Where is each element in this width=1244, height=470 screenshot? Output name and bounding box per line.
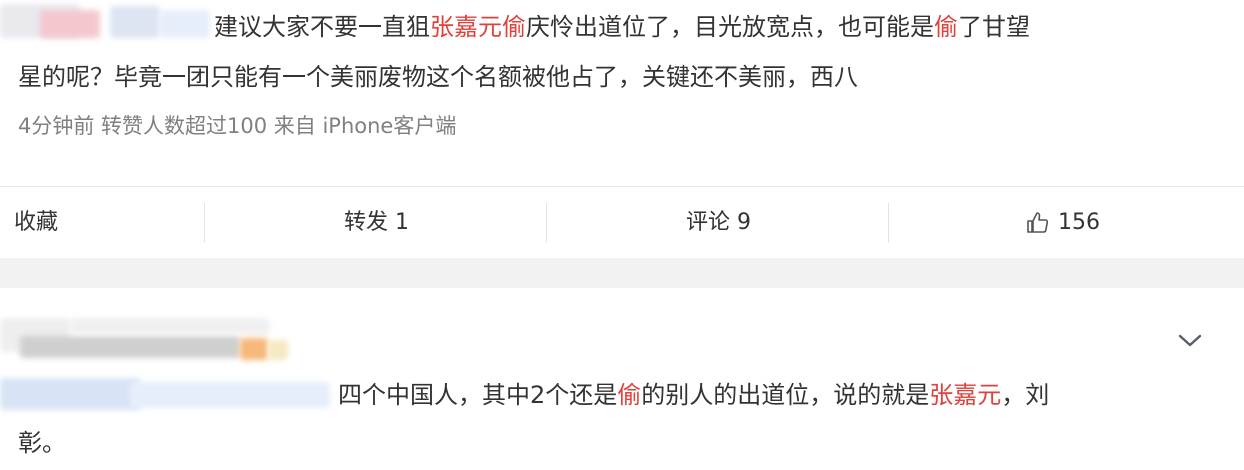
post-text-line-2: 星的呢？毕竟一团只能有一个美丽废物这个名额被他占了，关键还不美丽，西八 — [18, 63, 858, 91]
post-text-line-2: 彰。 — [18, 429, 66, 457]
favorite-label: 收藏 — [14, 210, 59, 235]
comment-button[interactable]: 评论 9 — [686, 187, 751, 259]
post-text-line-1: 四个中国人，其中2个还是偷的别人的出道位，说的就是张嘉元，刘 — [338, 368, 1049, 422]
post-card-1: 建议大家不要一直狙张嘉元偷庆怜出道位了，目光放宽点，也可能是偷了甘望 星的呢？毕… — [0, 0, 1244, 186]
post-meta: 4分钟前 转赞人数超过100 来自 iPhone客户端 — [18, 114, 457, 138]
comment-label: 评论 9 — [686, 210, 751, 235]
post-text-segment: 四个中国人，其中2个还是 — [338, 381, 618, 409]
divider — [546, 203, 547, 243]
repost-label: 转发 1 — [344, 210, 409, 235]
highlight-name: 张嘉元 — [929, 381, 1002, 409]
chevron-down-icon[interactable] — [1176, 330, 1204, 350]
like-button[interactable]: 156 — [1026, 187, 1100, 259]
post-text-segment: 建议大家不要一直狙 — [214, 13, 430, 41]
post-card-2: 四个中国人，其中2个还是偷的别人的出道位，说的就是张嘉元，刘 彰。 — [0, 288, 1244, 468]
thumbs-up-icon — [1027, 212, 1049, 233]
post-text-segment: ，刘 — [1001, 381, 1050, 409]
like-count: 156 — [1058, 210, 1100, 235]
highlight-name: 张嘉元偷 — [430, 13, 526, 41]
action-bar: 收藏 转发 1 评论 9 156 — [0, 186, 1244, 259]
post-text-line-1: 建议大家不要一直狙张嘉元偷庆怜出道位了，目光放宽点，也可能是偷了甘望 — [214, 0, 1030, 54]
divider — [888, 203, 889, 243]
post-text-segment: 的别人的出道位，说的就是 — [641, 381, 930, 409]
post-text-segment: 庆怜出道位了，目光放宽点，也可能是 — [526, 13, 934, 41]
divider — [204, 203, 205, 243]
favorite-button[interactable]: 收藏 — [14, 187, 58, 259]
section-separator — [0, 258, 1244, 288]
repost-button[interactable]: 转发 1 — [344, 187, 409, 259]
highlight-word: 偷 — [934, 13, 958, 41]
highlight-word: 偷 — [617, 381, 642, 409]
post-text-segment: 了甘望 — [958, 13, 1030, 41]
